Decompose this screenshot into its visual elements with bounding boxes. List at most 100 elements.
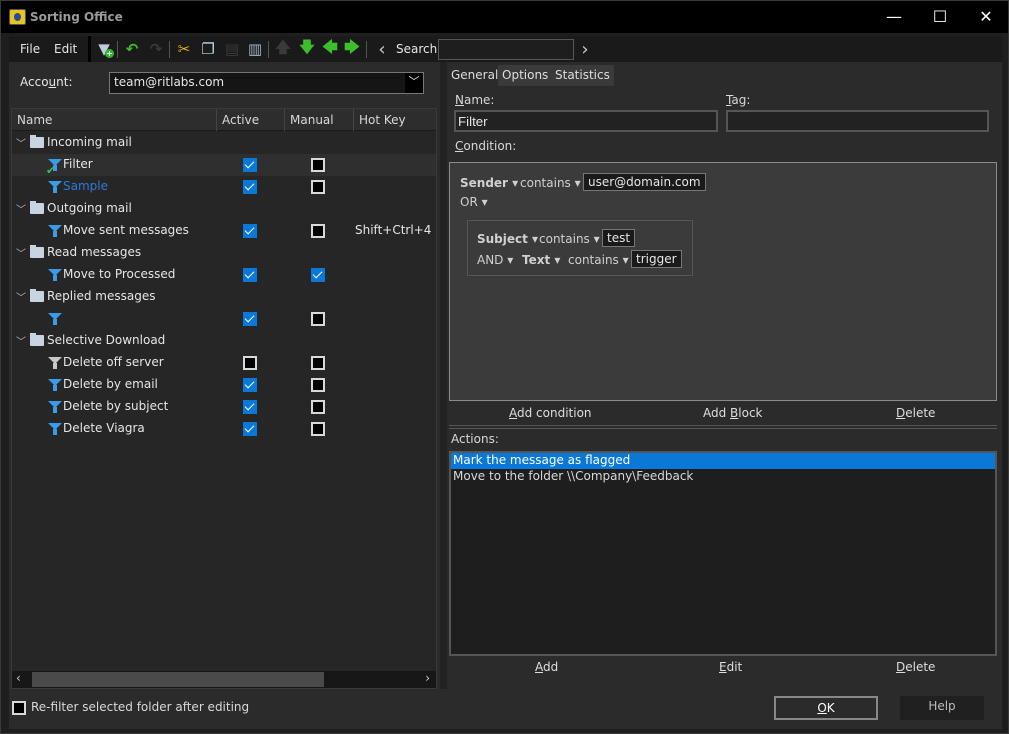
paste-icon[interactable]: ▤ [223,40,241,58]
manual-checkbox[interactable] [311,312,325,326]
folder-row[interactable]: ﹀ Read messages [12,242,436,264]
active-checkbox[interactable] [243,268,257,282]
chevron-down-icon[interactable]: ﹀ [405,73,423,93]
filter-label: Move sent messages [63,223,189,237]
block-operator2-dropdown[interactable]: contains ▾ [568,253,629,267]
manual-checkbox[interactable] [311,158,325,172]
active-checkbox[interactable] [243,158,257,172]
filter-row[interactable]: Move sent messages Shift+Ctrl+4 [12,220,436,242]
add-block-button[interactable]: Add Block [703,406,763,420]
active-checkbox[interactable] [243,400,257,414]
filter-row[interactable]: Sample [12,176,436,198]
pane-splitter[interactable] [440,62,447,689]
folder-row[interactable]: ﹀ Replied messages [12,286,436,308]
move-up-icon[interactable]: 🡅 [274,38,292,58]
undo-icon[interactable]: ↶ [123,40,141,58]
manual-checkbox[interactable] [311,400,325,414]
search-next-icon[interactable]: › [576,39,594,60]
toolbar-separator [268,41,269,58]
tab-general[interactable]: General [447,65,503,86]
filter-row[interactable]: Move to Processed [12,264,436,286]
chevron-down-icon[interactable]: ﹀ [16,245,26,260]
manual-checkbox[interactable] [311,422,325,436]
condition-value[interactable]: user@domain.com [583,173,706,191]
horizontal-scrollbar[interactable]: ‹ › [12,671,436,688]
manual-checkbox[interactable] [311,224,325,238]
tab-statistics[interactable]: Statistics [551,65,614,86]
scroll-right-icon[interactable]: › [425,671,430,685]
block-value[interactable]: test [602,229,636,247]
add-action-button[interactable]: Add [535,660,558,674]
active-checkbox[interactable] [243,224,257,238]
ok-button[interactable]: OK [774,696,878,720]
copy-icon[interactable]: ❐ [199,40,217,58]
refilter-checkbox[interactable] [12,701,26,715]
scroll-left-icon[interactable]: ‹ [16,671,21,685]
chevron-down-icon[interactable]: ﹀ [16,333,26,348]
manual-checkbox[interactable] [311,180,325,194]
active-checkbox[interactable] [243,312,257,326]
add-condition-button[interactable]: Add condition [509,406,592,420]
chevron-down-icon[interactable]: ﹀ [16,135,26,150]
move-down-icon[interactable]: 🡇 [298,38,316,58]
manual-checkbox[interactable] [311,356,325,370]
filter-row[interactable]: Delete Viagra [12,418,436,440]
filter-row[interactable]: Delete by subject [12,396,436,418]
help-button[interactable]: Help [900,696,984,720]
folder-row[interactable]: ﹀ Incoming mail [12,132,436,154]
column-divider [284,109,285,131]
active-checkbox[interactable] [243,378,257,392]
filter-row[interactable]: Delete by email [12,374,436,396]
search-input[interactable] [438,39,574,60]
delete-action-button[interactable]: Delete [896,660,935,674]
refilter-option[interactable]: Re-filter selected folder after editing [12,699,249,716]
chevron-down-icon[interactable]: ﹀ [16,201,26,216]
scrollbar-thumb[interactable] [32,672,324,687]
actions-list[interactable]: Mark the message as flagged Move to the f… [449,451,997,656]
filter-row[interactable]: Delete off server [12,352,436,374]
search-prev-icon[interactable]: ‹ [373,39,391,60]
action-item[interactable]: Mark the message as flagged [451,453,995,469]
folder-row[interactable]: ﹀ Selective Download [12,330,436,352]
chevron-down-icon[interactable]: ﹀ [16,289,26,304]
tag-input[interactable] [726,110,989,132]
condition-join-dropdown[interactable]: OR ▾ [460,195,488,209]
active-checkbox[interactable] [243,356,257,370]
folder-row[interactable]: ﹀ Outgoing mail [12,198,436,220]
action-item[interactable]: Move to the folder \\Company\Feedback [451,469,995,485]
condition-operator-dropdown[interactable]: contains ▾ [520,176,581,190]
block-join-dropdown[interactable]: AND ▾ [477,253,513,267]
active-checkbox[interactable] [243,180,257,194]
new-filter-icon[interactable]: ▼ + [95,40,114,58]
column-hotkey[interactable]: Hot Key [359,113,406,127]
account-select[interactable]: team@ritlabs.com ﹀ [109,72,424,94]
block-operator-dropdown[interactable]: contains ▾ [539,232,600,246]
column-name[interactable]: Name [17,113,52,127]
active-checkbox[interactable] [243,422,257,436]
filter-row[interactable] [12,308,436,330]
minimize-button[interactable]: — [871,1,917,33]
tab-options[interactable]: Options [498,65,553,86]
menu-edit[interactable]: Edit [54,42,77,56]
redo-icon[interactable]: ↷ [147,40,165,58]
close-button[interactable]: ✕ [963,1,1009,33]
block-value2[interactable]: trigger [631,250,682,268]
delete-icon[interactable]: ▥ [246,40,264,58]
block-field-dropdown[interactable]: Subject ▾ [477,232,538,246]
manual-checkbox[interactable] [311,268,325,282]
move-right-icon[interactable]: 🡆 [343,38,361,58]
move-left-icon[interactable]: 🡄 [321,38,339,58]
column-active[interactable]: Active [222,113,259,127]
manual-checkbox[interactable] [311,378,325,392]
name-input[interactable] [454,110,718,132]
block-field2-dropdown[interactable]: Text ▾ [522,253,560,267]
edit-action-button[interactable]: Edit [719,660,742,674]
menu-file[interactable]: File [20,42,40,56]
section-divider[interactable] [449,425,997,429]
cut-icon[interactable]: ✂ [175,40,193,58]
maximize-button[interactable]: ☐ [917,1,963,33]
delete-condition-button[interactable]: Delete [896,406,935,420]
column-manual[interactable]: Manual [290,113,334,127]
condition-field-dropdown[interactable]: Sender ▾ [460,176,518,190]
filter-row[interactable]: ✔ Filter [12,154,436,177]
